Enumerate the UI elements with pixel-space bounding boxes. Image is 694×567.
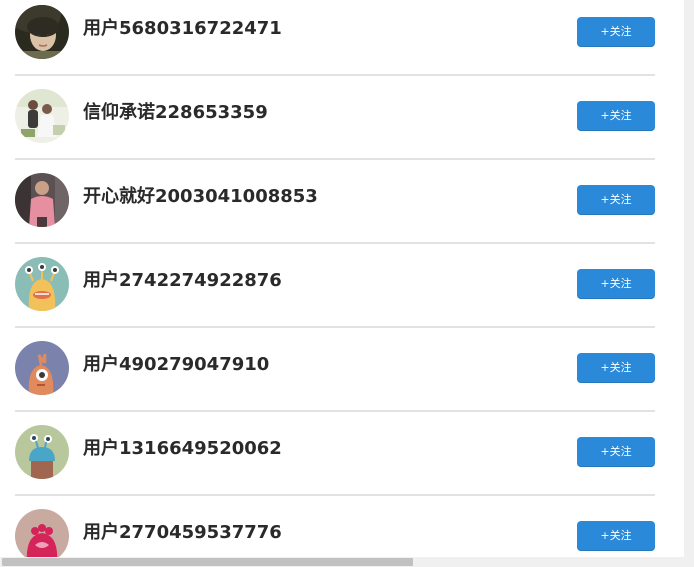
photo-man-avatar[interactable] bbox=[15, 173, 69, 227]
follow-button[interactable]: +关注 bbox=[577, 101, 655, 131]
follow-button[interactable]: +关注 bbox=[577, 353, 655, 383]
list-item: 开心就好2003041008853 +关注 bbox=[15, 168, 655, 244]
vertical-scrollbar[interactable] bbox=[684, 0, 694, 557]
scrollbar-thumb[interactable] bbox=[2, 558, 413, 566]
list-item: 用户1316649520062 +关注 bbox=[15, 420, 655, 496]
follow-button[interactable]: +关注 bbox=[577, 185, 655, 215]
horizontal-scrollbar[interactable] bbox=[0, 557, 694, 567]
username[interactable]: 信仰承诺228653359 bbox=[83, 98, 268, 124]
follow-button[interactable]: +关注 bbox=[577, 269, 655, 299]
photo-woman-avatar[interactable] bbox=[15, 5, 69, 59]
monster-yellow-avatar[interactable] bbox=[15, 257, 69, 311]
list-item: 用户2742274922876 +关注 bbox=[15, 252, 655, 328]
follow-button[interactable]: +关注 bbox=[577, 437, 655, 467]
follow-button[interactable]: +关注 bbox=[577, 521, 655, 551]
user-list: 用户5680316722471 +关注 信仰承诺228653359 +关注 开心… bbox=[0, 0, 684, 557]
monster-green-avatar[interactable] bbox=[15, 425, 69, 479]
username[interactable]: 用户490279047910 bbox=[83, 350, 269, 376]
user-list-page: 用户5680316722471 +关注 信仰承诺228653359 +关注 开心… bbox=[0, 0, 694, 567]
username[interactable]: 开心就好2003041008853 bbox=[83, 182, 318, 208]
photo-couple-avatar[interactable] bbox=[15, 89, 69, 143]
follow-button[interactable]: +关注 bbox=[577, 17, 655, 47]
list-item: 信仰承诺228653359 +关注 bbox=[15, 84, 655, 160]
monster-orange-avatar[interactable] bbox=[15, 341, 69, 395]
username[interactable]: 用户5680316722471 bbox=[83, 14, 282, 40]
username[interactable]: 用户1316649520062 bbox=[83, 434, 282, 460]
monster-pink-avatar[interactable] bbox=[15, 509, 69, 557]
username[interactable]: 用户2770459537776 bbox=[83, 518, 282, 544]
list-item: 用户490279047910 +关注 bbox=[15, 336, 655, 412]
list-item: 用户2770459537776 +关注 bbox=[15, 504, 655, 557]
list-item: 用户5680316722471 +关注 bbox=[15, 0, 655, 76]
username[interactable]: 用户2742274922876 bbox=[83, 266, 282, 292]
